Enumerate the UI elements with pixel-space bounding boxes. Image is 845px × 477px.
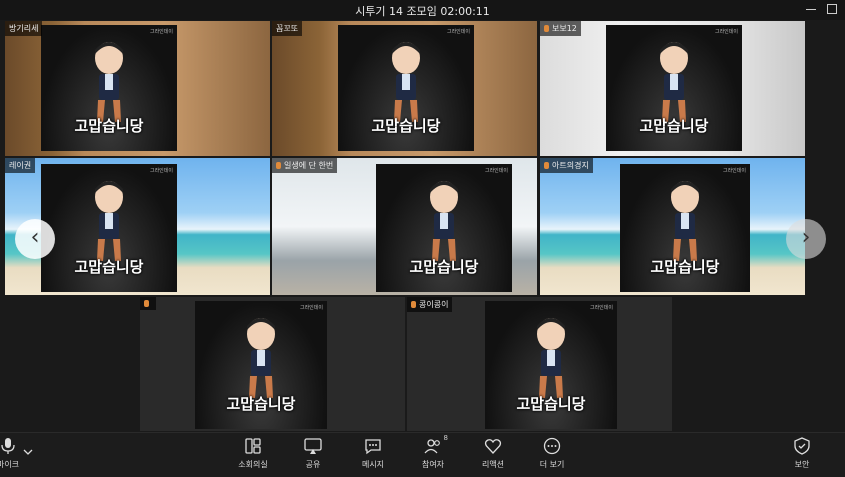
breakout-rooms-icon: [245, 438, 261, 454]
participant-tile[interactable]: 그라인데이 고맙습니당: [140, 297, 405, 431]
breakout-rooms-button[interactable]: 소회의실: [228, 437, 278, 470]
previous-page-button[interactable]: ‹: [15, 219, 55, 259]
microphone-icon: [1, 438, 15, 454]
reactions-label: 리액션: [481, 460, 505, 469]
participant-tile[interactable]: 그라인데이 고맙습니당 꼼꼬또: [272, 21, 537, 156]
title-bar: 시투기 14 조모임 02:00:11: [0, 0, 845, 20]
video-caption: 고맙습니당: [74, 257, 144, 276]
video-caption: 고맙습니당: [371, 116, 441, 135]
participant-tile[interactable]: 그라인데이 고맙습니당 아트의경지: [540, 158, 805, 295]
reactions-button[interactable]: 리액션: [468, 437, 518, 470]
participant-name: 방기리세: [5, 21, 43, 36]
chevron-down-icon: [23, 449, 33, 455]
avatar: [671, 180, 699, 261]
video-caption: 고맙습니당: [650, 257, 720, 276]
participant-name: 꼼꼬또: [272, 21, 303, 36]
next-page-button[interactable]: ›: [786, 219, 826, 259]
shield-icon: [794, 437, 810, 455]
video-caption: 고맙습니당: [639, 116, 709, 135]
participant-tile[interactable]: 그라인데이 고맙습니당 방기리세: [5, 21, 270, 156]
share-screen-icon: [304, 438, 322, 454]
meeting-toolbar: 마이크 소회의실 공유 메시지 8 참여자 리액션 더 보기 보안: [0, 432, 845, 477]
more-label: 더 보기: [539, 460, 565, 469]
video-feed: 그라인데이 고맙습니당: [195, 301, 327, 429]
muted-mic-icon: [411, 301, 416, 308]
heart-icon: [484, 439, 502, 454]
participant-name: [140, 297, 156, 310]
participant-name: 아트의경지: [540, 158, 593, 173]
video-feed: 그라인데이 고맙습니당: [606, 25, 742, 151]
video-feed: 그라인데이 고맙습니당: [620, 164, 750, 292]
participant-name: 레이권: [5, 158, 36, 173]
participant-tile[interactable]: 그라인데이 고맙습니당 콩이콩이: [407, 297, 672, 431]
muted-mic-icon: [544, 162, 549, 169]
video-caption: 고맙습니당: [226, 394, 296, 413]
participant-name: 일생에 단 한번: [272, 158, 338, 173]
security-label: 보안: [794, 460, 810, 469]
chat-button[interactable]: 메시지: [348, 437, 398, 470]
video-feed: 그라인데이 고맙습니당: [41, 25, 177, 151]
more-button[interactable]: 더 보기: [527, 437, 577, 470]
participant-name: 콩이콩이: [407, 297, 453, 312]
maximize-button[interactable]: [825, 2, 839, 16]
chat-icon: [365, 439, 381, 455]
more-icon: [543, 437, 561, 455]
video-caption: 고맙습니당: [74, 116, 144, 135]
participants-button[interactable]: 8 참여자: [408, 434, 458, 470]
meeting-title: 시투기 14 조모임 02:00:11: [355, 5, 490, 18]
share-screen-label: 공유: [305, 460, 321, 469]
video-feed: 그라인데이 고맙습니당: [338, 25, 474, 151]
video-caption: 고맙습니당: [516, 394, 586, 413]
participants-label: 참여자: [421, 460, 445, 469]
participant-name: 보보12: [540, 21, 581, 36]
avatar: [537, 317, 565, 398]
chevron-right-icon: ›: [801, 225, 811, 250]
participant-tile[interactable]: 그라인데이 고맙습니당 일생에 단 한번: [272, 158, 537, 295]
muted-mic-icon: [544, 25, 549, 32]
avatar: [247, 317, 275, 398]
video-feed: 그라인데이 고맙습니당: [485, 301, 617, 429]
avatar: [95, 180, 123, 261]
participants-count: 8: [443, 434, 448, 442]
video-caption: 고맙습니당: [409, 257, 479, 276]
chevron-left-icon: ‹: [30, 225, 40, 250]
mic-options-button[interactable]: [20, 441, 36, 460]
share-screen-button[interactable]: 공유: [288, 437, 338, 470]
breakout-rooms-label: 소회의실: [238, 460, 268, 469]
muted-mic-icon: [144, 300, 149, 307]
mic-label: 마이크: [0, 460, 20, 469]
minimize-button[interactable]: [804, 2, 818, 16]
video-feed: 그라인데이 고맙습니당: [41, 164, 177, 292]
video-feed: 그라인데이 고맙습니당: [376, 164, 512, 292]
participants-icon: [424, 439, 440, 454]
chat-label: 메시지: [361, 460, 385, 469]
muted-mic-icon: [276, 162, 281, 169]
participant-tile[interactable]: 그라인데이 고맙습니당 보보12: [540, 21, 805, 156]
avatar: [430, 180, 458, 261]
security-button[interactable]: 보안: [777, 437, 827, 470]
